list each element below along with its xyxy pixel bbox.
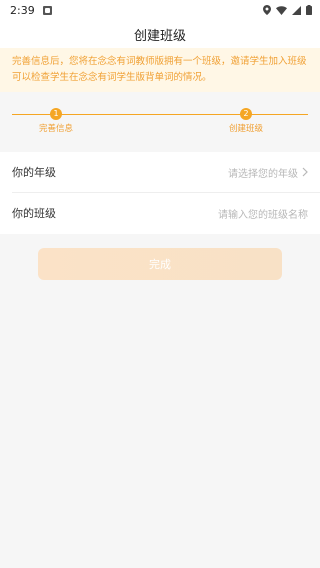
step-2-circle: 2 bbox=[240, 108, 252, 120]
grade-value: 请选择您的年级 bbox=[228, 165, 308, 180]
step-2: 2 创建班级 bbox=[216, 108, 276, 134]
grade-select-row[interactable]: 你的年级 请选择您的年级 bbox=[0, 152, 320, 192]
notice-text: 完善信息后，您将在念念有词教师版拥有一个班级，邀请学生加入班级可以检查学生在念念… bbox=[12, 56, 307, 83]
class-label: 你的班级 bbox=[12, 207, 56, 220]
grade-placeholder: 请选择您的年级 bbox=[228, 168, 298, 180]
status-left: 2:39 bbox=[10, 4, 52, 17]
step-2-label: 创建班级 bbox=[228, 124, 263, 134]
signal-icon bbox=[292, 5, 301, 15]
battery-icon bbox=[306, 5, 312, 15]
class-input-row[interactable]: 你的班级 请输入您的班级名称 bbox=[0, 193, 320, 233]
info-notice: 完善信息后，您将在念念有词教师版拥有一个班级，邀请学生加入班级可以检查学生在念念… bbox=[0, 48, 320, 92]
status-right bbox=[263, 5, 312, 15]
location-icon bbox=[263, 5, 271, 15]
header: 创建班级 bbox=[0, 20, 320, 48]
page-title: 创建班级 bbox=[133, 28, 186, 44]
status-time: 2:39 bbox=[10, 3, 35, 17]
class-form: 你的年级 请选择您的年级 你的班级 请输入您的班级名称 bbox=[0, 152, 320, 234]
done-button-label: 完成 bbox=[149, 259, 171, 271]
step-1-label: 完善信息 bbox=[38, 124, 73, 134]
done-button[interactable]: 完成 bbox=[38, 248, 282, 280]
progress-steps: 1 完善信息 2 创建班级 bbox=[0, 92, 320, 144]
notification-icon bbox=[42, 5, 52, 15]
wifi-icon bbox=[276, 5, 287, 15]
step-1: 1 完善信息 bbox=[26, 108, 86, 134]
status-bar: 2:39 bbox=[0, 0, 320, 20]
class-value: 请输入您的班级名称 bbox=[218, 206, 308, 221]
grade-label: 你的年级 bbox=[12, 166, 56, 179]
class-name-input[interactable]: 请输入您的班级名称 bbox=[218, 206, 308, 221]
chevron-right-icon bbox=[302, 167, 308, 177]
step-1-circle: 1 bbox=[50, 108, 62, 120]
